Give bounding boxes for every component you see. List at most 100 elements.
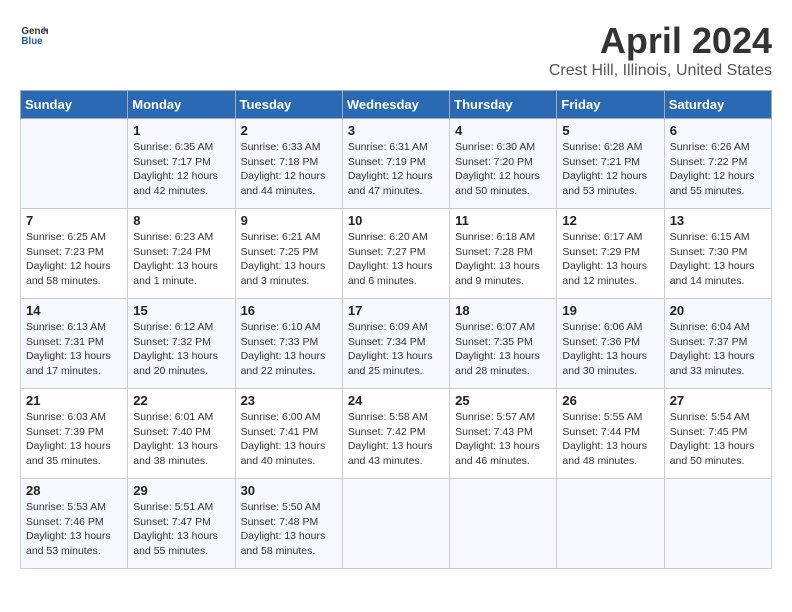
calendar-cell: 13 Sunrise: 6:15 AMSunset: 7:30 PMDayligh…: [664, 209, 771, 299]
subtitle: Crest Hill, Illinois, United States: [549, 62, 772, 80]
calendar-cell: 24 Sunrise: 5:58 AMSunset: 7:42 PMDayligh…: [342, 389, 449, 479]
cell-info: Sunrise: 6:09 AMSunset: 7:34 PMDaylight:…: [348, 320, 444, 379]
week-row-3: 14 Sunrise: 6:13 AMSunset: 7:31 PMDayligh…: [21, 299, 772, 389]
cell-info: Sunrise: 5:50 AMSunset: 7:48 PMDaylight:…: [241, 500, 337, 559]
column-header-monday: Monday: [128, 91, 235, 119]
calendar-cell: 20Sunrise: 6:04 AMSunset: 7:37 PMDayligh…: [664, 299, 771, 389]
calendar-cell: 10 Sunrise: 6:20 AMSunset: 7:27 PMDayligh…: [342, 209, 449, 299]
cell-info: Sunrise: 6:18 AMSunset: 7:28 PMDaylight:…: [455, 230, 551, 289]
day-number: 5: [562, 123, 658, 138]
day-number: 4: [455, 123, 551, 138]
cell-info: Sunrise: 6:10 AMSunset: 7:33 PMDaylight:…: [241, 320, 337, 379]
day-number: 29: [133, 483, 229, 498]
column-header-sunday: Sunday: [21, 91, 128, 119]
page-header: General Blue April 2024 Crest Hill, Illi…: [20, 20, 772, 80]
cell-info: Sunrise: 6:03 AMSunset: 7:39 PMDaylight:…: [26, 410, 122, 469]
day-number: 26: [562, 393, 658, 408]
calendar-cell: 9 Sunrise: 6:21 AMSunset: 7:25 PMDaylight…: [235, 209, 342, 299]
day-number: 11: [455, 213, 551, 228]
day-number: 15: [133, 303, 229, 318]
calendar-cell: [450, 479, 557, 569]
day-number: 6: [670, 123, 766, 138]
logo-icon: General Blue: [20, 20, 48, 48]
calendar-cell: 11 Sunrise: 6:18 AMSunset: 7:28 PMDayligh…: [450, 209, 557, 299]
day-number: 27: [670, 393, 766, 408]
column-header-tuesday: Tuesday: [235, 91, 342, 119]
day-number: 22: [133, 393, 229, 408]
column-header-friday: Friday: [557, 91, 664, 119]
cell-info: Sunrise: 6:07 AMSunset: 7:35 PMDaylight:…: [455, 320, 551, 379]
column-header-saturday: Saturday: [664, 91, 771, 119]
calendar-cell: 16 Sunrise: 6:10 AMSunset: 7:33 PMDayligh…: [235, 299, 342, 389]
cell-info: Sunrise: 6:26 AMSunset: 7:22 PMDaylight:…: [670, 140, 766, 199]
calendar-cell: 18 Sunrise: 6:07 AMSunset: 7:35 PMDayligh…: [450, 299, 557, 389]
calendar-body: 1Sunrise: 6:35 AMSunset: 7:17 PMDaylight…: [21, 119, 772, 569]
cell-info: Sunrise: 6:15 AMSunset: 7:30 PMDaylight:…: [670, 230, 766, 289]
calendar-cell: [664, 479, 771, 569]
cell-info: Sunrise: 6:01 AMSunset: 7:40 PMDaylight:…: [133, 410, 229, 469]
cell-info: Sunrise: 6:30 AMSunset: 7:20 PMDaylight:…: [455, 140, 551, 199]
cell-info: Sunrise: 5:54 AMSunset: 7:45 PMDaylight:…: [670, 410, 766, 469]
day-number: 14: [26, 303, 122, 318]
cell-info: Sunrise: 6:17 AMSunset: 7:29 PMDaylight:…: [562, 230, 658, 289]
cell-info: Sunrise: 5:57 AMSunset: 7:43 PMDaylight:…: [455, 410, 551, 469]
day-number: 3: [348, 123, 444, 138]
cell-info: Sunrise: 5:51 AMSunset: 7:47 PMDaylight:…: [133, 500, 229, 559]
cell-info: Sunrise: 5:55 AMSunset: 7:44 PMDaylight:…: [562, 410, 658, 469]
calendar-cell: 25Sunrise: 5:57 AMSunset: 7:43 PMDayligh…: [450, 389, 557, 479]
cell-info: Sunrise: 6:12 AMSunset: 7:32 PMDaylight:…: [133, 320, 229, 379]
cell-info: Sunrise: 5:58 AMSunset: 7:42 PMDaylight:…: [348, 410, 444, 469]
cell-info: Sunrise: 6:28 AMSunset: 7:21 PMDaylight:…: [562, 140, 658, 199]
cell-info: Sunrise: 6:35 AMSunset: 7:17 PMDaylight:…: [133, 140, 229, 199]
calendar-cell: 23 Sunrise: 6:00 AMSunset: 7:41 PMDayligh…: [235, 389, 342, 479]
cell-info: Sunrise: 6:25 AMSunset: 7:23 PMDaylight:…: [26, 230, 122, 289]
calendar-cell: 8 Sunrise: 6:23 AMSunset: 7:24 PMDaylight…: [128, 209, 235, 299]
calendar-cell: 2 Sunrise: 6:33 AMSunset: 7:18 PMDaylight…: [235, 119, 342, 209]
calendar-cell: 17Sunrise: 6:09 AMSunset: 7:34 PMDayligh…: [342, 299, 449, 389]
day-number: 23: [241, 393, 337, 408]
calendar-cell: 12 Sunrise: 6:17 AMSunset: 7:29 PMDayligh…: [557, 209, 664, 299]
svg-text:Blue: Blue: [21, 36, 43, 47]
day-number: 13: [670, 213, 766, 228]
calendar-cell: 7 Sunrise: 6:25 AMSunset: 7:23 PMDaylight…: [21, 209, 128, 299]
calendar-cell: 22 Sunrise: 6:01 AMSunset: 7:40 PMDayligh…: [128, 389, 235, 479]
day-number: 2: [241, 123, 337, 138]
cell-info: Sunrise: 6:00 AMSunset: 7:41 PMDaylight:…: [241, 410, 337, 469]
day-number: 8: [133, 213, 229, 228]
cell-info: Sunrise: 6:23 AMSunset: 7:24 PMDaylight:…: [133, 230, 229, 289]
week-row-5: 28 Sunrise: 5:53 AMSunset: 7:46 PMDayligh…: [21, 479, 772, 569]
header-row: SundayMondayTuesdayWednesdayThursdayFrid…: [21, 91, 772, 119]
calendar-cell: 30Sunrise: 5:50 AMSunset: 7:48 PMDayligh…: [235, 479, 342, 569]
calendar-cell: 27 Sunrise: 5:54 AMSunset: 7:45 PMDayligh…: [664, 389, 771, 479]
cell-info: Sunrise: 6:21 AMSunset: 7:25 PMDaylight:…: [241, 230, 337, 289]
calendar-cell: [21, 119, 128, 209]
cell-info: Sunrise: 6:31 AMSunset: 7:19 PMDaylight:…: [348, 140, 444, 199]
day-number: 7: [26, 213, 122, 228]
cell-info: Sunrise: 5:53 AMSunset: 7:46 PMDaylight:…: [26, 500, 122, 559]
calendar-cell: 26 Sunrise: 5:55 AMSunset: 7:44 PMDayligh…: [557, 389, 664, 479]
calendar-cell: [342, 479, 449, 569]
day-number: 9: [241, 213, 337, 228]
day-number: 24: [348, 393, 444, 408]
calendar-cell: 1Sunrise: 6:35 AMSunset: 7:17 PMDaylight…: [128, 119, 235, 209]
cell-info: Sunrise: 6:20 AMSunset: 7:27 PMDaylight:…: [348, 230, 444, 289]
column-header-wednesday: Wednesday: [342, 91, 449, 119]
calendar-cell: 15 Sunrise: 6:12 AMSunset: 7:32 PMDayligh…: [128, 299, 235, 389]
day-number: 12: [562, 213, 658, 228]
cell-info: Sunrise: 6:13 AMSunset: 7:31 PMDaylight:…: [26, 320, 122, 379]
day-number: 21: [26, 393, 122, 408]
day-number: 18: [455, 303, 551, 318]
cell-info: Sunrise: 6:33 AMSunset: 7:18 PMDaylight:…: [241, 140, 337, 199]
day-number: 19: [562, 303, 658, 318]
week-row-2: 7 Sunrise: 6:25 AMSunset: 7:23 PMDaylight…: [21, 209, 772, 299]
calendar-cell: 5 Sunrise: 6:28 AMSunset: 7:21 PMDaylight…: [557, 119, 664, 209]
day-number: 16: [241, 303, 337, 318]
calendar-cell: 14 Sunrise: 6:13 AMSunset: 7:31 PMDayligh…: [21, 299, 128, 389]
calendar-cell: 21 Sunrise: 6:03 AMSunset: 7:39 PMDayligh…: [21, 389, 128, 479]
main-title: April 2024: [549, 20, 772, 62]
week-row-4: 21 Sunrise: 6:03 AMSunset: 7:39 PMDayligh…: [21, 389, 772, 479]
calendar-cell: 3 Sunrise: 6:31 AMSunset: 7:19 PMDaylight…: [342, 119, 449, 209]
day-number: 10: [348, 213, 444, 228]
day-number: 28: [26, 483, 122, 498]
cell-info: Sunrise: 6:04 AMSunset: 7:37 PMDaylight:…: [670, 320, 766, 379]
